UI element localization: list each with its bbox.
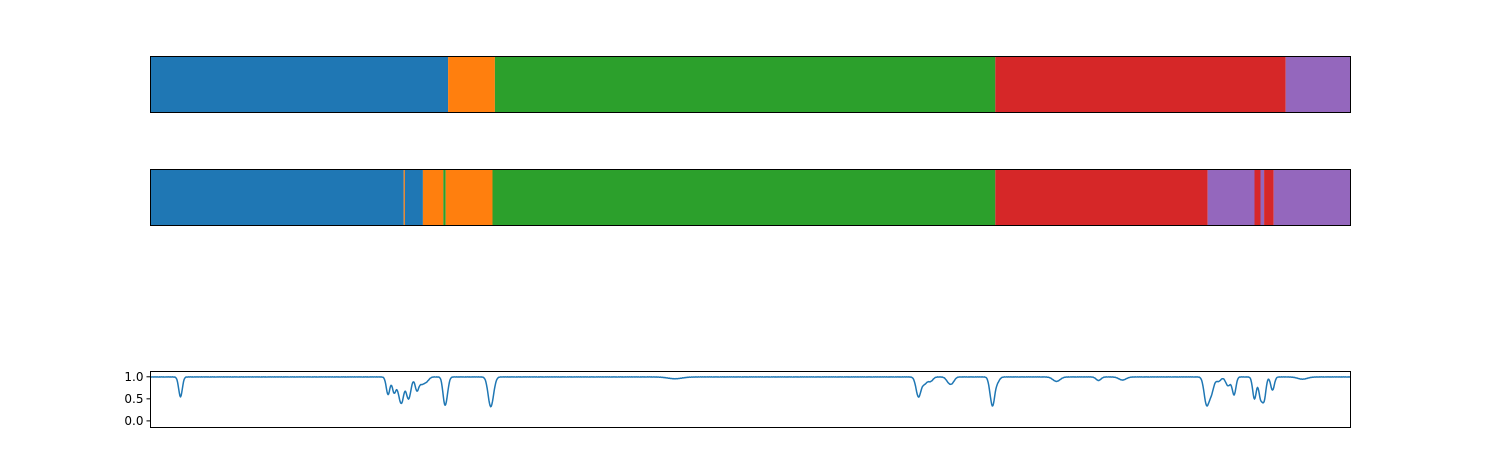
- segment-bar-1-7: [995, 169, 1208, 226]
- y-tick-label-2: 1.0: [124, 370, 143, 384]
- segment-bar-1-9: [1254, 169, 1261, 226]
- segment-bar-1-5: [445, 169, 493, 226]
- segment-bar-1-8: [1207, 169, 1255, 226]
- segment-bar-1-2: [404, 169, 423, 226]
- segmentation-panel-middle: [150, 169, 1351, 226]
- segment-bar-1-10: [1260, 169, 1265, 226]
- segment-bar-1-12: [1273, 169, 1351, 226]
- y-tick-label-1: 0.5: [124, 392, 143, 406]
- segment-bar-0-4: [1285, 56, 1351, 113]
- segment-bar-1-0: [150, 169, 404, 226]
- segment-bar-1-6: [492, 169, 996, 226]
- segment-bar-1-1: [403, 169, 405, 226]
- y-tick-label-0: 0.0: [124, 414, 143, 428]
- segment-bar-0-0: [150, 56, 449, 113]
- segment-bar-1-3: [422, 169, 444, 226]
- segment-bar-1-4: [443, 169, 446, 226]
- segment-bar-1-11: [1264, 169, 1274, 226]
- segment-bar-0-2: [494, 56, 996, 113]
- segment-bar-0-3: [995, 56, 1286, 113]
- segmentation-panel-top: [150, 56, 1351, 113]
- segment-bar-0-1: [448, 56, 495, 113]
- figure-canvas: 0.0 0.5 1.0: [0, 0, 1500, 450]
